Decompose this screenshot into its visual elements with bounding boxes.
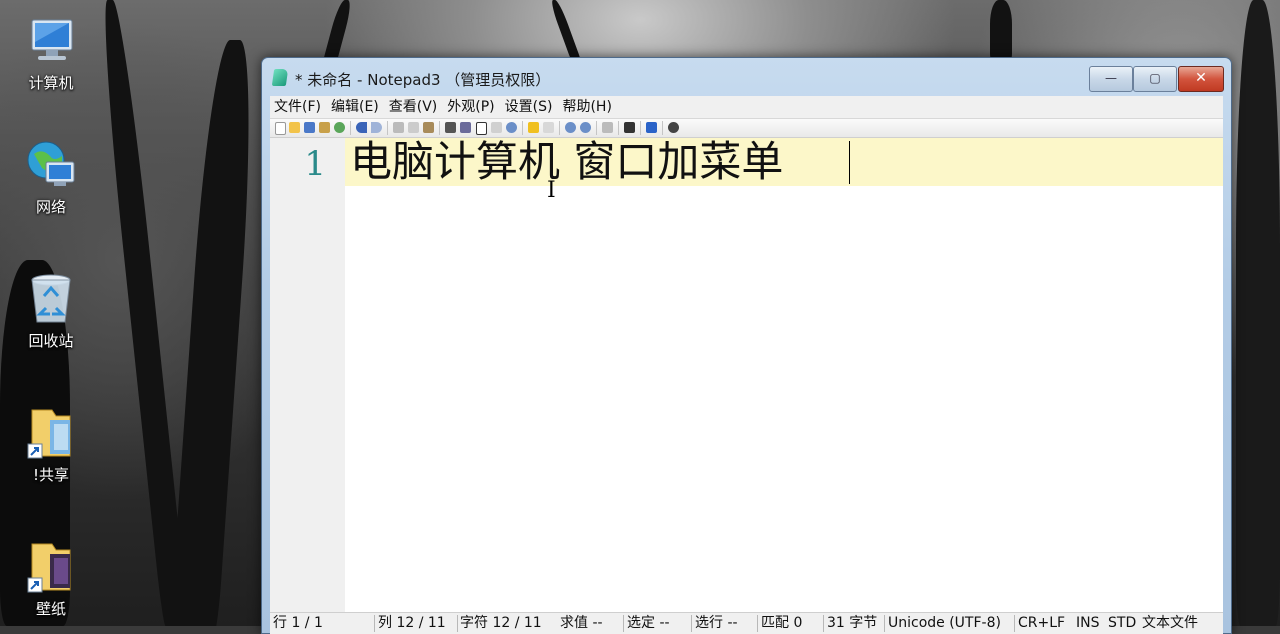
- tree-trunk: [549, 0, 581, 60]
- toolbar-separator: [596, 121, 597, 135]
- status-character[interactable]: 字符 12 / 11: [460, 614, 542, 632]
- network-icon: [24, 138, 78, 192]
- customize-icon[interactable]: [624, 122, 635, 133]
- menu-help[interactable]: 帮助(H): [558, 96, 615, 118]
- undo-icon[interactable]: [356, 122, 367, 133]
- status-separator: [623, 615, 624, 632]
- exit-icon[interactable]: [668, 122, 679, 133]
- notepad3-app-icon[interactable]: [271, 69, 289, 86]
- tree-trunk: [97, 0, 189, 626]
- tree-trunk: [169, 40, 259, 626]
- favorites-icon[interactable]: [528, 122, 539, 133]
- zoom-search-icon[interactable]: [506, 122, 517, 133]
- new-file-icon[interactable]: [275, 122, 286, 135]
- text-editor[interactable]: 1 电脑计算机 窗口加菜单 I: [270, 138, 1223, 612]
- toolbar-separator: [559, 121, 560, 135]
- desktop-icon-network[interactable]: 网络: [8, 138, 94, 217]
- status-selected-lines[interactable]: 选行 --: [695, 614, 738, 632]
- status-std[interactable]: STD: [1108, 614, 1136, 632]
- tree-trunk: [990, 0, 1012, 60]
- status-separator: [691, 615, 692, 632]
- open-folder-icon[interactable]: [289, 122, 300, 133]
- save-as-icon[interactable]: [319, 122, 330, 133]
- status-file-type[interactable]: 文本文件: [1142, 614, 1198, 632]
- status-separator: [1014, 615, 1015, 632]
- status-separator: [374, 615, 375, 632]
- line-number: 1: [304, 144, 326, 184]
- notepad3-window: * 未命名 - Notepad3 （管理员权限） — ▢ ✕ 文件(F) 编辑(E…: [261, 57, 1232, 634]
- desktop-icon-shared[interactable]: !共享: [8, 406, 94, 485]
- status-separator: [457, 615, 458, 632]
- schemes-icon[interactable]: [602, 122, 613, 133]
- toolbar-separator: [662, 121, 663, 135]
- status-insert-mode[interactable]: INS: [1076, 614, 1100, 632]
- status-encoding[interactable]: Unicode (UTF-8): [888, 614, 1001, 632]
- status-evaluate[interactable]: 求值 --: [560, 614, 603, 632]
- zoom-out-lens-icon[interactable]: [580, 122, 591, 133]
- replace-icon[interactable]: [460, 122, 471, 133]
- status-separator: [757, 615, 758, 632]
- add-favorite-icon[interactable]: [543, 122, 554, 133]
- ibeam-cursor: I: [547, 178, 556, 203]
- status-bar: 行 1 / 1 列 12 / 11 字符 12 / 11 求值 -- 选定 --…: [270, 612, 1223, 634]
- status-column[interactable]: 列 12 / 11: [378, 614, 446, 632]
- editor-text-line[interactable]: 电脑计算机 窗口加菜单: [350, 139, 783, 185]
- save-icon[interactable]: [304, 122, 315, 133]
- toolbar: [270, 119, 1223, 138]
- toolbar-separator: [387, 121, 388, 135]
- desktop-icon-label: !共享: [32, 466, 69, 484]
- shared-folder-shortcut-icon: [24, 406, 78, 460]
- status-bytes[interactable]: 31 字节: [827, 614, 877, 632]
- pin-icon[interactable]: [646, 122, 657, 133]
- browse-icon[interactable]: [334, 122, 345, 133]
- zoom-in-icon[interactable]: [491, 122, 502, 133]
- status-eol[interactable]: CR+LF: [1018, 614, 1065, 632]
- toolbar-separator: [439, 121, 440, 135]
- window-title: * 未命名 - Notepad3 （管理员权限）: [295, 71, 551, 89]
- menu-edit[interactable]: 编辑(E): [327, 96, 383, 118]
- status-separator: [823, 615, 824, 632]
- desktop-icon-label: 网络: [35, 198, 66, 216]
- desktop-icon-label: 计算机: [28, 74, 74, 92]
- menu-settings[interactable]: 设置(S): [501, 96, 557, 118]
- word-wrap-icon[interactable]: [476, 122, 487, 135]
- paste-icon[interactable]: [423, 122, 434, 133]
- recycle-bin-icon: [24, 272, 78, 326]
- tree-trunk: [1236, 0, 1280, 626]
- menu-bar: 文件(F) 编辑(E) 查看(V) 外观(P) 设置(S) 帮助(H): [270, 96, 1223, 119]
- cut-icon[interactable]: [393, 122, 404, 133]
- title-bar[interactable]: * 未命名 - Notepad3 （管理员权限） — ▢ ✕: [262, 58, 1231, 96]
- status-selected[interactable]: 选定 --: [627, 614, 670, 632]
- status-separator: [884, 615, 885, 632]
- close-button[interactable]: ✕: [1178, 66, 1224, 92]
- desktop-icon-label: 回收站: [28, 332, 74, 350]
- minimize-button[interactable]: —: [1089, 66, 1133, 92]
- maximize-button[interactable]: ▢: [1133, 66, 1177, 92]
- text-caret: [849, 141, 850, 184]
- toolbar-separator: [350, 121, 351, 135]
- status-match[interactable]: 匹配 0: [761, 614, 802, 632]
- menu-view[interactable]: 查看(V): [385, 96, 442, 118]
- status-line[interactable]: 行 1 / 1: [273, 614, 323, 632]
- wallpaper-folder-shortcut-icon: [24, 540, 78, 594]
- computer-icon: [24, 14, 78, 68]
- desktop-icon-wallpaper[interactable]: 壁纸: [8, 540, 94, 619]
- desktop-icon-computer[interactable]: 计算机: [8, 14, 94, 93]
- desktop-icon-label: 壁纸: [35, 600, 66, 618]
- menu-appearance[interactable]: 外观(P): [443, 96, 498, 118]
- toolbar-separator: [618, 121, 619, 135]
- line-number-gutter: 1: [270, 138, 345, 612]
- menu-file[interactable]: 文件(F): [270, 96, 325, 118]
- copy-icon[interactable]: [408, 122, 419, 133]
- redo-icon[interactable]: [371, 122, 382, 133]
- find-icon[interactable]: [445, 122, 456, 133]
- toolbar-separator: [640, 121, 641, 135]
- toolbar-separator: [522, 121, 523, 135]
- zoom-in-lens-icon[interactable]: [565, 122, 576, 133]
- desktop-icon-recycle-bin[interactable]: 回收站: [8, 272, 94, 351]
